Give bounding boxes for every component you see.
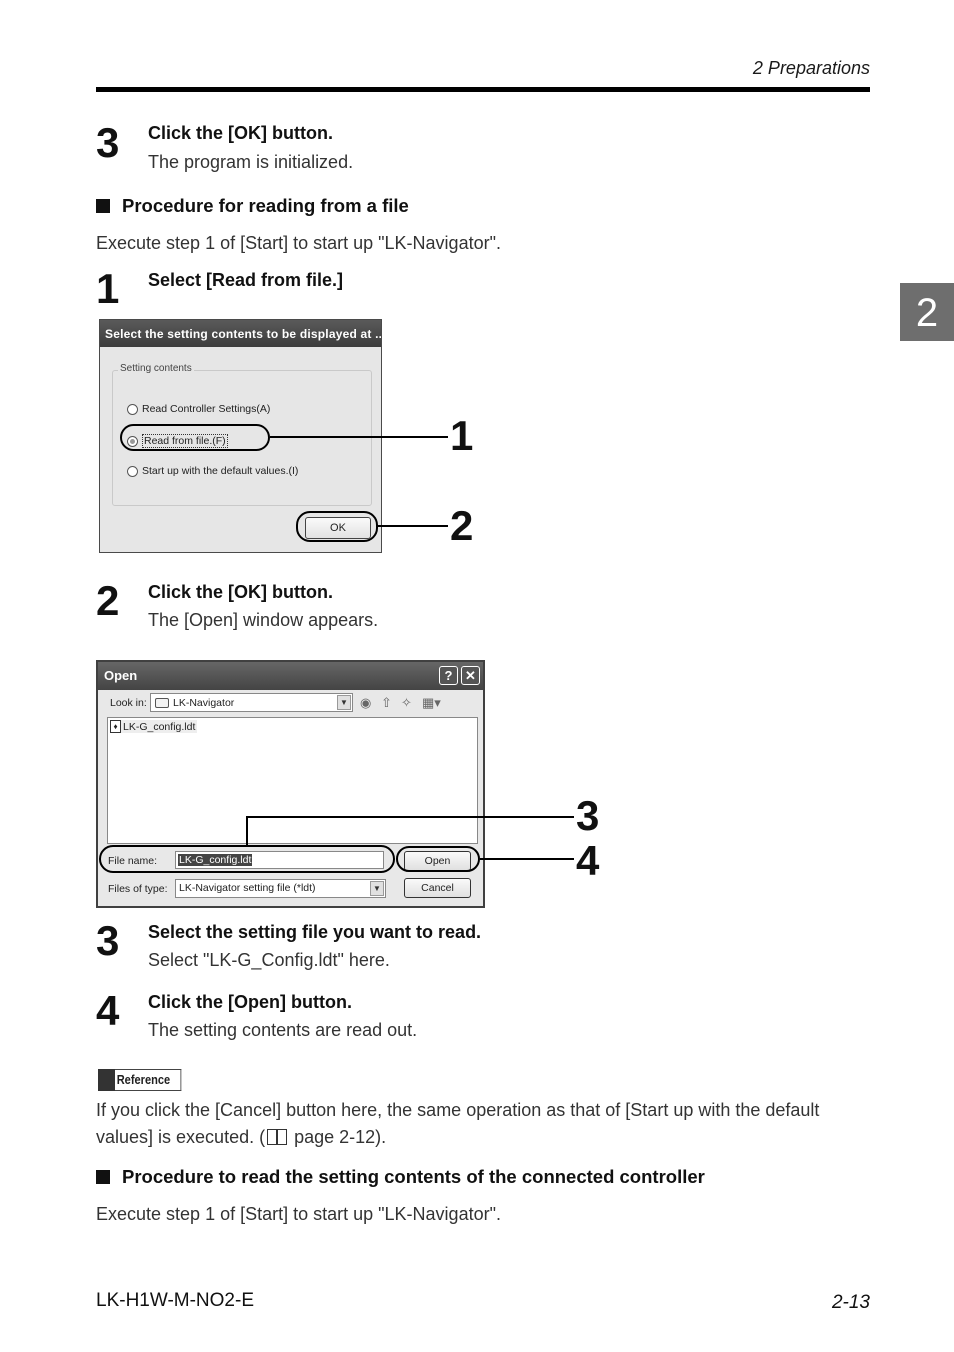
reference-marker-icon bbox=[98, 1069, 115, 1091]
header-rule bbox=[96, 87, 870, 92]
up-folder-icon[interactable]: ⇧ bbox=[381, 695, 392, 711]
section-intro: Execute step 1 of [Start] to start up "L… bbox=[96, 1204, 501, 1224]
cancel-button[interactable]: Cancel bbox=[404, 878, 471, 898]
file-item[interactable]: ♦ LK-G_config.ldt bbox=[110, 720, 198, 733]
step-desc: The program is initialized. bbox=[148, 152, 354, 172]
radio-icon[interactable] bbox=[127, 403, 138, 415]
file-list[interactable]: ♦ LK-G_config.ldt bbox=[107, 717, 478, 844]
step-number: 3 bbox=[96, 917, 119, 964]
book-icon bbox=[267, 1129, 288, 1145]
chapter-tab: 2 bbox=[900, 283, 954, 341]
file-type-value: LK-Navigator setting file (*ldt) bbox=[179, 882, 316, 894]
callout-number: 3 bbox=[576, 792, 600, 839]
step-number: 2 bbox=[96, 577, 119, 624]
reference-text-part: If you click the [Cancel] button here, t… bbox=[96, 1100, 820, 1147]
group-label: Setting contents bbox=[118, 363, 194, 374]
page-reference-link: page 2-12). bbox=[289, 1127, 387, 1147]
new-folder-icon[interactable]: ✧ bbox=[401, 695, 412, 711]
radio-label: Read Controller Settings(A) bbox=[142, 403, 271, 415]
step-title: Click the [OK] button. bbox=[148, 123, 333, 143]
step-title: Click the [OK] button. bbox=[148, 582, 333, 602]
dialog-title: Open bbox=[104, 668, 138, 683]
radio-label: Start up with the default values.(I) bbox=[142, 465, 299, 477]
step-title: Click the [Open] button. bbox=[148, 992, 352, 1012]
chevron-down-icon[interactable]: ▼ bbox=[370, 881, 384, 896]
callout-oval bbox=[120, 424, 270, 451]
radio-icon[interactable] bbox=[127, 465, 138, 477]
reference-badge: Reference bbox=[98, 1069, 193, 1091]
radio-default-values[interactable]: Start up with the default values.(I) bbox=[127, 465, 298, 477]
document-id: LK-H1W-M-NO2-E bbox=[96, 1290, 254, 1311]
radio-read-controller[interactable]: Read Controller Settings(A) bbox=[127, 403, 270, 415]
section-heading-file: Procedure for reading from a file bbox=[96, 195, 409, 217]
look-in-label: Look in: bbox=[110, 697, 147, 709]
folder-icon bbox=[155, 697, 169, 708]
dialog-titlebar: Open ? ✕ bbox=[98, 662, 483, 690]
step-title: Select the setting file you want to read… bbox=[148, 922, 482, 942]
reference-text: If you click the [Cancel] button here, t… bbox=[96, 1097, 876, 1151]
close-button[interactable]: ✕ bbox=[461, 666, 480, 685]
file-name: LK-G_config.ldt bbox=[123, 720, 196, 733]
view-menu-icon[interactable]: ▦▾ bbox=[422, 695, 441, 711]
step-title: Select [Read from file.] bbox=[148, 270, 344, 290]
file-icon: ♦ bbox=[110, 720, 121, 733]
callout-oval bbox=[396, 846, 480, 872]
section-heading-text: Procedure to read the setting contents o… bbox=[122, 1166, 705, 1187]
callout-number: 4 bbox=[576, 837, 600, 884]
running-header: 2 Preparations bbox=[752, 58, 870, 78]
section-heading-text: Procedure for reading from a file bbox=[122, 195, 409, 216]
bullet-square-icon bbox=[96, 199, 110, 213]
step-desc: The [Open] window appears. bbox=[148, 610, 379, 630]
look-in-dropdown[interactable]: LK-Navigator ▼ bbox=[150, 693, 353, 712]
file-type-label: Files of type: bbox=[108, 883, 168, 895]
step-desc: The setting contents are read out. bbox=[148, 1020, 418, 1040]
bullet-square-icon bbox=[96, 1170, 110, 1184]
file-type-dropdown[interactable]: LK-Navigator setting file (*ldt) ▼ bbox=[175, 879, 386, 898]
callout-leader-line bbox=[378, 525, 448, 527]
chevron-down-icon[interactable]: ▼ bbox=[337, 695, 351, 710]
step-desc: Select "LK-G_Config.ldt" here. bbox=[148, 950, 390, 970]
page-number: 2-13 bbox=[831, 1292, 870, 1313]
callout-oval bbox=[99, 845, 395, 873]
help-button[interactable]: ? bbox=[439, 666, 458, 685]
callout-oval bbox=[296, 511, 378, 542]
callout-number: 1 bbox=[450, 412, 474, 459]
back-icon[interactable]: ◉ bbox=[360, 695, 371, 711]
reference-label: Reference bbox=[115, 1069, 182, 1091]
callout-leader-line bbox=[270, 436, 448, 438]
step-number: 3 bbox=[96, 119, 119, 166]
dialog-titlebar: Select the setting contents to be displa… bbox=[100, 320, 381, 347]
callout-leader-line bbox=[246, 816, 248, 845]
section-heading-controller: Procedure to read the setting contents o… bbox=[96, 1166, 705, 1188]
callout-number: 2 bbox=[450, 502, 474, 549]
callout-leader-line bbox=[246, 816, 574, 818]
look-in-value: LK-Navigator bbox=[173, 696, 235, 709]
section-intro: Execute step 1 of [Start] to start up "L… bbox=[96, 233, 501, 253]
step-number: 4 bbox=[96, 987, 119, 1034]
callout-leader-line bbox=[480, 858, 574, 860]
step-number: 1 bbox=[96, 265, 119, 312]
